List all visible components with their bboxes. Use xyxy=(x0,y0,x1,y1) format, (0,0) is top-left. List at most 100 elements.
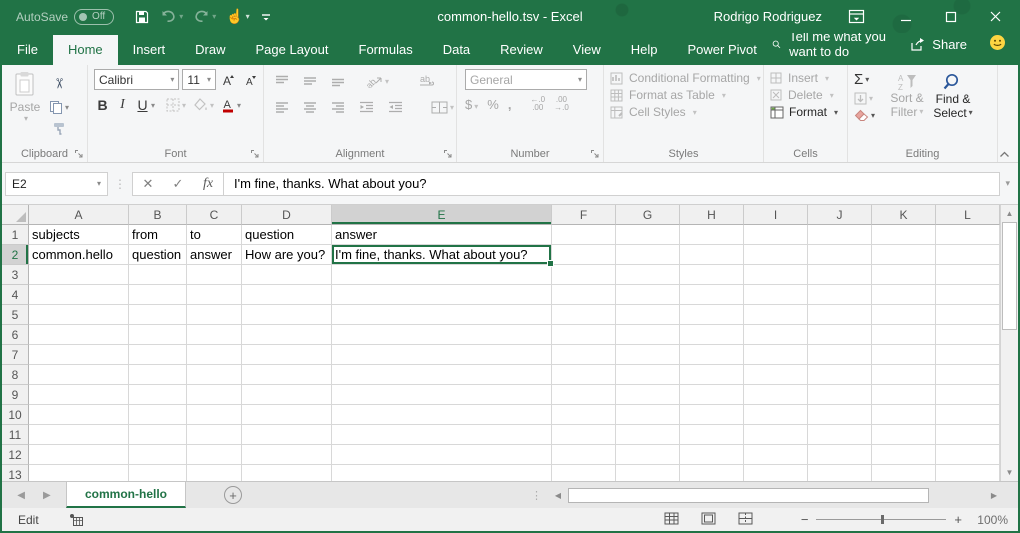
cell-D7[interactable] xyxy=(242,345,332,365)
cell-L7[interactable] xyxy=(936,345,1000,365)
cell-D3[interactable] xyxy=(242,265,332,285)
cell-C1[interactable]: to xyxy=(187,225,242,245)
cell-E4[interactable] xyxy=(332,285,552,305)
cell-B13[interactable] xyxy=(129,465,187,481)
cell-E8[interactable] xyxy=(332,365,552,385)
sort-filter-button[interactable]: AZ Sort & Filter▾ xyxy=(884,69,930,146)
cell-G2[interactable] xyxy=(616,245,680,265)
number-dialog-launcher[interactable] xyxy=(590,149,600,159)
column-header-I[interactable]: I xyxy=(744,205,808,225)
cell-A5[interactable] xyxy=(29,305,129,325)
cell-E7[interactable] xyxy=(332,345,552,365)
cell-C5[interactable] xyxy=(187,305,242,325)
cell-F6[interactable] xyxy=(552,325,616,345)
column-header-F[interactable]: F xyxy=(552,205,616,225)
cell-J3[interactable] xyxy=(808,265,872,285)
cell-C13[interactable] xyxy=(187,465,242,481)
cell-D1[interactable]: question xyxy=(242,225,332,245)
cell-C3[interactable] xyxy=(187,265,242,285)
tell-me-box[interactable]: Tell me what you want to do xyxy=(772,29,888,59)
clipboard-dialog-launcher[interactable] xyxy=(74,149,84,159)
cell-B12[interactable] xyxy=(129,445,187,465)
align-middle-button[interactable] xyxy=(300,73,320,89)
cell-E10[interactable] xyxy=(332,405,552,425)
minimize-button[interactable] xyxy=(883,0,928,33)
feedback-smiley-button[interactable] xyxy=(989,34,1006,54)
align-left-button[interactable] xyxy=(272,99,292,115)
cell-I13[interactable] xyxy=(744,465,808,481)
cell-H13[interactable] xyxy=(680,465,744,481)
select-all-corner[interactable] xyxy=(2,205,29,225)
sheetbar-separator-dots[interactable]: ⋮ xyxy=(523,489,550,502)
cell-D10[interactable] xyxy=(242,405,332,425)
name-box[interactable]: E2 ▾ xyxy=(5,172,108,196)
cell-A10[interactable] xyxy=(29,405,129,425)
cell-I8[interactable] xyxy=(744,365,808,385)
cell-C4[interactable] xyxy=(187,285,242,305)
cell-F3[interactable] xyxy=(552,265,616,285)
cell-K8[interactable] xyxy=(872,365,936,385)
autosave-pill[interactable]: Off xyxy=(74,9,114,25)
format-cells-button[interactable]: Format ▾ xyxy=(770,105,845,119)
cell-G6[interactable] xyxy=(616,325,680,345)
cell-E6[interactable] xyxy=(332,325,552,345)
cell-J13[interactable] xyxy=(808,465,872,481)
page-break-view-button[interactable] xyxy=(738,512,753,528)
italic-button[interactable]: I xyxy=(116,97,129,113)
column-header-G[interactable]: G xyxy=(616,205,680,225)
zoom-level[interactable]: 100% xyxy=(970,513,1008,527)
cell-D12[interactable] xyxy=(242,445,332,465)
cancel-entry-button[interactable]: ✕ xyxy=(133,176,163,192)
undo-dropdown-caret-icon[interactable]: ▾ xyxy=(179,12,183,21)
cell-A2[interactable]: common.hello xyxy=(29,245,129,265)
cell-F11[interactable] xyxy=(552,425,616,445)
cell-H6[interactable] xyxy=(680,325,744,345)
cell-D8[interactable] xyxy=(242,365,332,385)
cell-J2[interactable] xyxy=(808,245,872,265)
cell-J12[interactable] xyxy=(808,445,872,465)
borders-button[interactable]: ▾ xyxy=(166,98,186,112)
normal-view-button[interactable] xyxy=(664,512,679,528)
tab-review[interactable]: Review xyxy=(485,35,558,65)
cell-L10[interactable] xyxy=(936,405,1000,425)
horizontal-scrollbar[interactable]: ◀ ▶ xyxy=(550,482,1002,508)
cell-K9[interactable] xyxy=(872,385,936,405)
align-right-button[interactable] xyxy=(328,99,348,115)
redo-button[interactable]: ▾ xyxy=(189,4,220,30)
new-sheet-button[interactable]: + xyxy=(224,486,242,504)
orientation-button[interactable]: ab ▾ xyxy=(364,72,392,90)
cell-K11[interactable] xyxy=(872,425,936,445)
vertical-scroll-thumb[interactable] xyxy=(1002,222,1017,330)
font-dialog-launcher[interactable] xyxy=(250,149,260,159)
cell-G10[interactable] xyxy=(616,405,680,425)
cell-G3[interactable] xyxy=(616,265,680,285)
cell-I7[interactable] xyxy=(744,345,808,365)
cell-I10[interactable] xyxy=(744,405,808,425)
redo-dropdown-caret-icon[interactable]: ▾ xyxy=(212,12,216,21)
cell-A11[interactable] xyxy=(29,425,129,445)
cell-H10[interactable] xyxy=(680,405,744,425)
cell-A7[interactable] xyxy=(29,345,129,365)
cell-C9[interactable] xyxy=(187,385,242,405)
cell-B4[interactable] xyxy=(129,285,187,305)
cell-D6[interactable] xyxy=(242,325,332,345)
align-center-button[interactable] xyxy=(300,99,320,115)
cell-J5[interactable] xyxy=(808,305,872,325)
cell-G8[interactable] xyxy=(616,365,680,385)
share-button[interactable]: Share xyxy=(910,37,967,52)
row-header-11[interactable]: 11 xyxy=(2,425,29,445)
save-button[interactable] xyxy=(130,4,154,30)
vertical-scrollbar[interactable]: ▲ ▼ xyxy=(1000,205,1018,481)
zoom-slider-thumb[interactable] xyxy=(881,515,884,524)
cell-J4[interactable] xyxy=(808,285,872,305)
formula-bar-separator-dots[interactable]: ⋮ xyxy=(108,177,132,191)
cell-C10[interactable] xyxy=(187,405,242,425)
cell-B3[interactable] xyxy=(129,265,187,285)
comma-style-button[interactable]: , xyxy=(508,97,512,112)
cell-L8[interactable] xyxy=(936,365,1000,385)
cell-L3[interactable] xyxy=(936,265,1000,285)
cell-G5[interactable] xyxy=(616,305,680,325)
cell-F10[interactable] xyxy=(552,405,616,425)
cell-J8[interactable] xyxy=(808,365,872,385)
column-header-L[interactable]: L xyxy=(936,205,1000,225)
